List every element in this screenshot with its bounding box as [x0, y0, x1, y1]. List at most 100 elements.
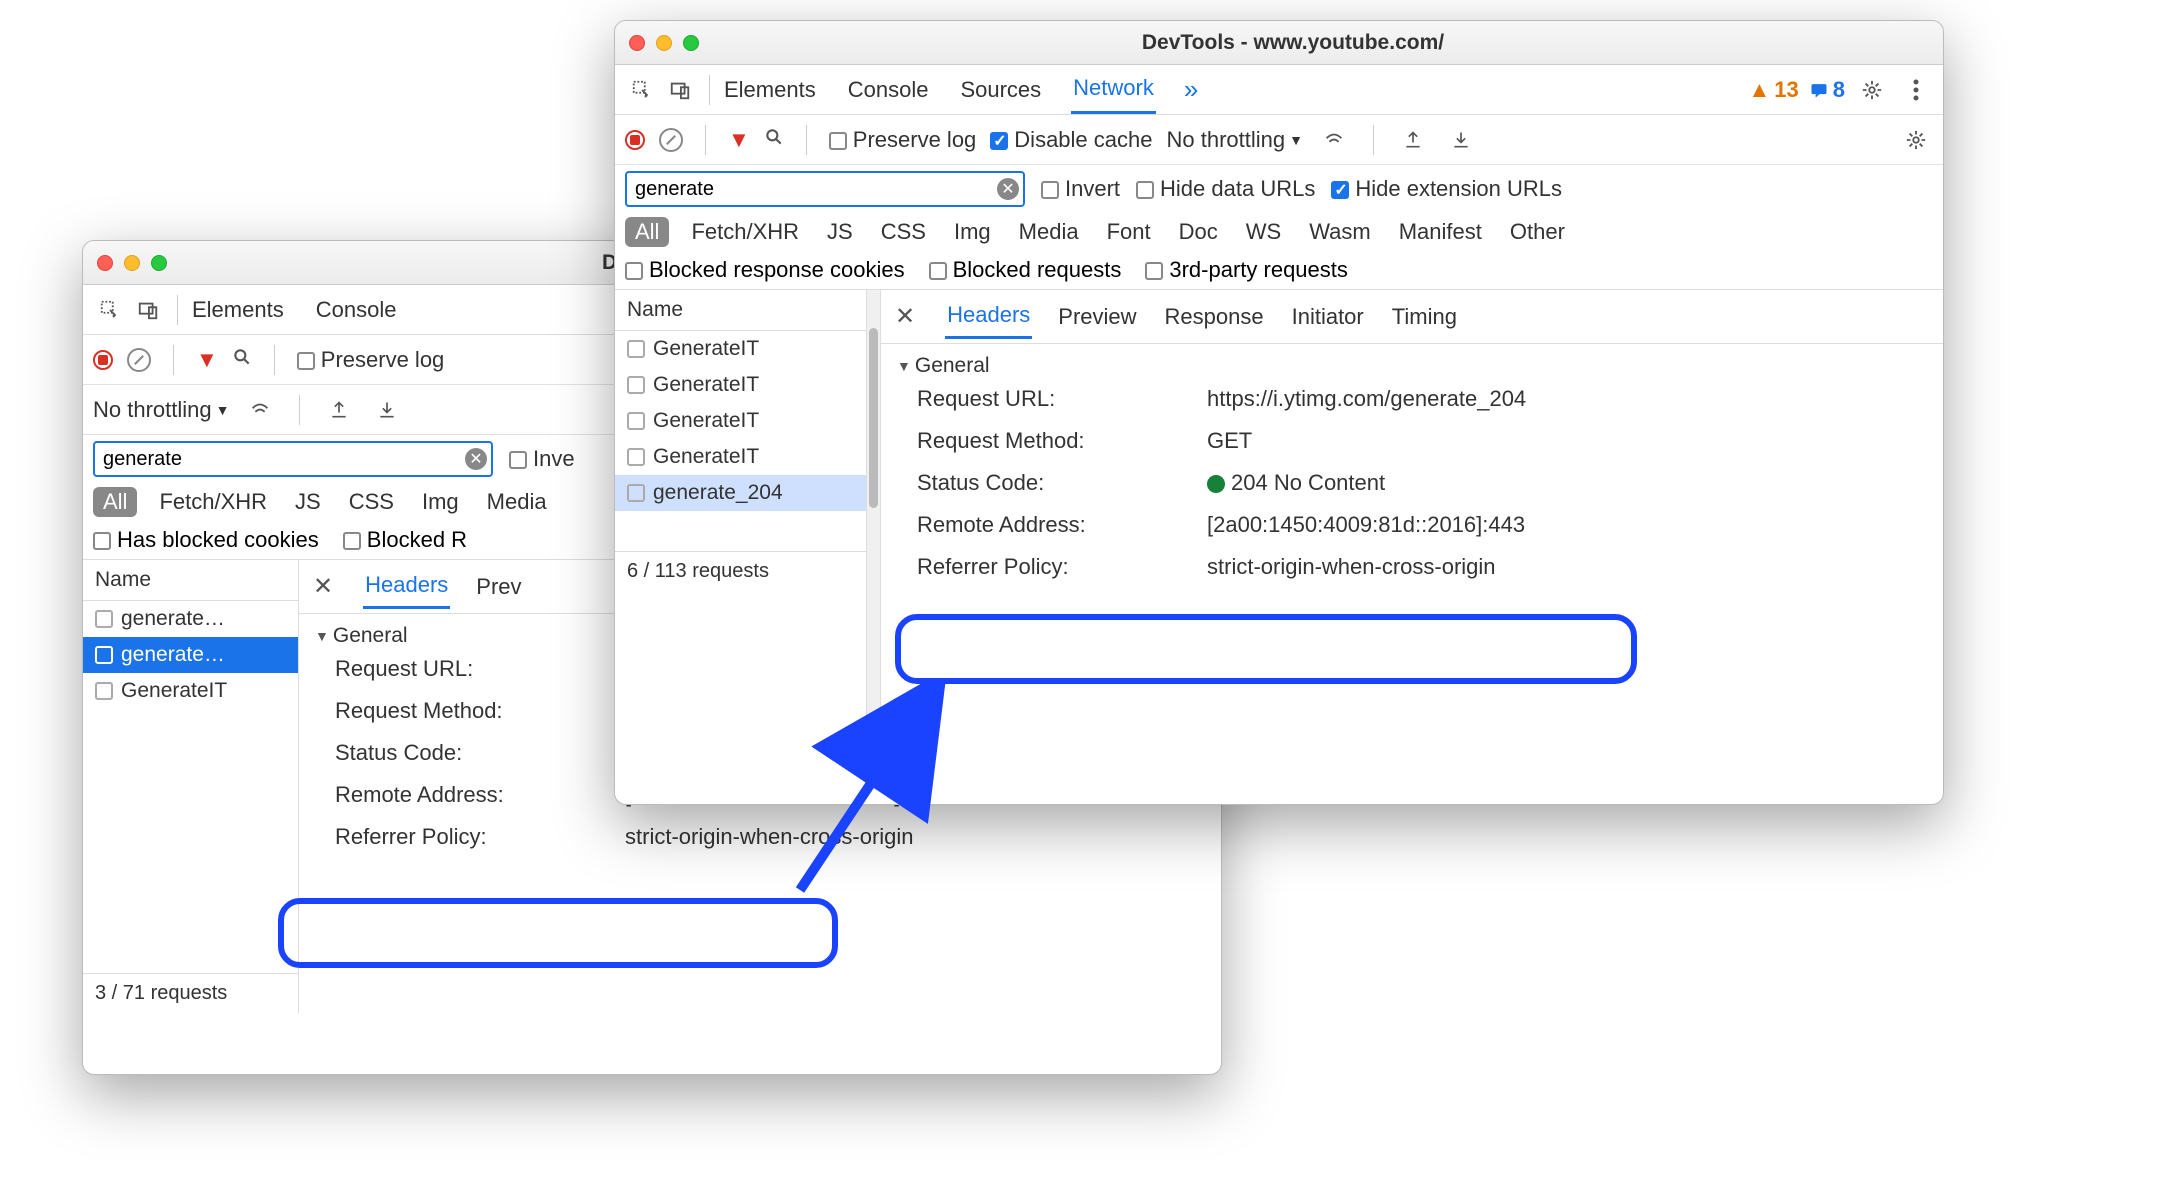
upload-icon[interactable] — [322, 393, 356, 427]
blocked-requests-checkbox[interactable]: Blocked R — [343, 527, 467, 553]
tab-headers[interactable]: Headers — [363, 564, 450, 609]
tab-timing[interactable]: Timing — [1390, 296, 1459, 338]
settings-icon[interactable] — [1899, 123, 1933, 157]
hide-data-urls-checkbox[interactable]: Hide data URLs — [1136, 176, 1315, 202]
inspect-icon[interactable] — [625, 73, 659, 107]
throttling-label: No throttling — [93, 397, 212, 423]
invert-label: Invert — [1065, 176, 1120, 201]
more-tabs-icon[interactable]: » — [1184, 74, 1198, 105]
type-wasm[interactable]: Wasm — [1303, 217, 1377, 247]
blocked-response-cookies-checkbox[interactable]: Blocked response cookies — [625, 257, 905, 283]
list-item[interactable]: GenerateIT — [615, 331, 866, 367]
list-item[interactable]: generate… — [83, 637, 298, 673]
filter-input-wrap: ✕ — [625, 171, 1025, 207]
type-img[interactable]: Img — [948, 217, 997, 247]
type-all[interactable]: All — [93, 487, 137, 517]
filter-input[interactable] — [625, 171, 1025, 207]
list-item[interactable]: GenerateIT — [615, 439, 866, 475]
warnings-badge[interactable]: ▲13 — [1748, 77, 1798, 103]
warnings-count: 13 — [1774, 77, 1798, 103]
tab-elements[interactable]: Elements — [190, 287, 286, 333]
hide-extension-urls-checkbox[interactable]: Hide extension URLs — [1331, 176, 1562, 202]
type-js[interactable]: JS — [821, 217, 859, 247]
type-fetch[interactable]: Fetch/XHR — [153, 487, 273, 517]
table-row: Referrer Policy:strict-origin-when-cross… — [315, 816, 1205, 858]
filter-icon[interactable]: ▼ — [196, 347, 218, 373]
download-icon[interactable] — [1444, 123, 1478, 157]
invert-checkbox[interactable]: Invert — [1041, 176, 1120, 202]
invert-checkbox[interactable]: Inve — [509, 446, 575, 472]
warning-icon: ▲ — [1748, 77, 1770, 103]
tab-initiator[interactable]: Initiator — [1290, 296, 1366, 338]
tab-network[interactable]: Network — [1071, 65, 1156, 114]
tab-elements[interactable]: Elements — [722, 67, 818, 113]
type-js[interactable]: JS — [289, 487, 327, 517]
kebab-menu-icon[interactable] — [1899, 73, 1933, 107]
scrollbar-thumb[interactable] — [869, 328, 878, 508]
section-header-general[interactable]: ▼General — [897, 354, 1927, 378]
type-img[interactable]: Img — [416, 487, 465, 517]
table-row: Remote Address:[2a00:1450:4009:81d::2016… — [897, 504, 1927, 546]
list-item[interactable]: GenerateIT — [615, 403, 866, 439]
clear-button[interactable] — [659, 128, 683, 152]
preserve-log-checkbox[interactable]: Preserve log — [829, 127, 977, 153]
wifi-icon[interactable] — [243, 393, 277, 427]
list-item[interactable]: generate_204 — [615, 475, 866, 511]
clear-button[interactable] — [127, 348, 151, 372]
type-css[interactable]: CSS — [875, 217, 932, 247]
download-icon[interactable] — [370, 393, 404, 427]
upload-icon[interactable] — [1396, 123, 1430, 157]
scrollbar[interactable] — [867, 290, 881, 728]
throttling-dropdown[interactable]: No throttling ▼ — [93, 397, 229, 423]
list-item[interactable]: GenerateIT — [83, 673, 298, 709]
tab-console[interactable]: Console — [314, 287, 399, 333]
filter-input[interactable] — [93, 441, 493, 477]
tab-response[interactable]: Response — [1163, 296, 1266, 338]
record-button[interactable] — [93, 350, 113, 370]
blocked-requests-checkbox[interactable]: Blocked requests — [929, 257, 1122, 283]
search-icon[interactable] — [232, 347, 252, 373]
request-label: GenerateIT — [653, 373, 759, 397]
third-party-checkbox[interactable]: 3rd-party requests — [1145, 257, 1348, 283]
device-toggle-icon[interactable] — [131, 293, 165, 327]
clear-filter-icon[interactable]: ✕ — [997, 178, 1019, 200]
list-item[interactable]: generate… — [83, 601, 298, 637]
close-icon[interactable] — [97, 255, 113, 271]
blocked-cookies-checkbox[interactable]: Has blocked cookies — [93, 527, 319, 553]
inspect-icon[interactable] — [93, 293, 127, 327]
type-ws[interactable]: WS — [1240, 217, 1287, 247]
badge-row: ▲13 8 — [1748, 73, 1933, 107]
throttling-dropdown[interactable]: No throttling ▼ — [1166, 127, 1302, 153]
record-button[interactable] — [625, 130, 645, 150]
close-icon[interactable] — [629, 35, 645, 51]
type-other[interactable]: Other — [1504, 217, 1571, 247]
preserve-log-checkbox[interactable]: Preserve log — [297, 347, 445, 373]
type-manifest[interactable]: Manifest — [1393, 217, 1488, 247]
type-css[interactable]: CSS — [343, 487, 400, 517]
type-doc[interactable]: Doc — [1173, 217, 1224, 247]
tab-console[interactable]: Console — [846, 67, 931, 113]
list-item[interactable]: GenerateIT — [615, 367, 866, 403]
wifi-icon[interactable] — [1317, 123, 1351, 157]
type-media[interactable]: Media — [1013, 217, 1085, 247]
doc-icon — [95, 646, 113, 664]
disable-cache-checkbox[interactable]: Disable cache — [990, 127, 1152, 153]
tab-headers[interactable]: Headers — [945, 294, 1032, 339]
message-icon — [1809, 80, 1829, 100]
device-toggle-icon[interactable] — [663, 73, 697, 107]
close-detail-icon[interactable]: ✕ — [313, 572, 333, 601]
type-fetch[interactable]: Fetch/XHR — [685, 217, 805, 247]
filter-icon[interactable]: ▼ — [728, 127, 750, 153]
type-font[interactable]: Font — [1101, 217, 1157, 247]
messages-badge[interactable]: 8 — [1809, 77, 1845, 103]
key-label: Request Method: — [917, 428, 1207, 454]
close-detail-icon[interactable]: ✕ — [895, 302, 915, 331]
search-icon[interactable] — [764, 127, 784, 153]
type-media[interactable]: Media — [481, 487, 553, 517]
tab-sources[interactable]: Sources — [958, 67, 1043, 113]
clear-filter-icon[interactable]: ✕ — [465, 448, 487, 470]
tab-preview[interactable]: Preview — [1056, 296, 1138, 338]
tab-preview[interactable]: Prev — [474, 566, 523, 608]
type-all[interactable]: All — [625, 217, 669, 247]
settings-icon[interactable] — [1855, 73, 1889, 107]
